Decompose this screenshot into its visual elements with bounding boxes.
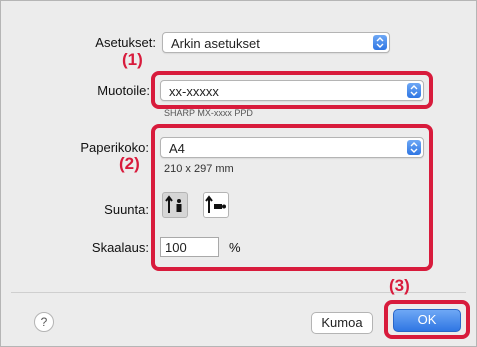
format-for-value: xx-xxxxx	[169, 84, 219, 99]
chevron-updown-icon	[407, 83, 421, 98]
scale-input[interactable]: 100	[160, 237, 219, 257]
landscape-orientation-button[interactable]	[203, 192, 229, 218]
settings-label: Asetukset:	[95, 35, 156, 50]
paper-size-popup[interactable]: A4	[160, 137, 424, 158]
format-for-label: Muotoile:	[97, 83, 150, 98]
callout-3: (3)	[389, 276, 410, 295]
portrait-icon	[165, 195, 182, 213]
chevron-updown-icon	[373, 35, 387, 50]
paper-dimensions: 210 x 297 mm	[164, 163, 234, 175]
chevron-updown-icon	[407, 140, 421, 155]
orientation-label: Suunta:	[104, 202, 149, 217]
portrait-orientation-button[interactable]	[162, 192, 188, 218]
paper-size-label: Paperikoko:	[80, 140, 149, 155]
scale-unit: %	[229, 240, 241, 255]
help-button[interactable]: ?	[34, 312, 54, 332]
callout-1: (1)	[122, 50, 143, 69]
paper-size-value: A4	[169, 141, 185, 156]
printer-model: SHARP MX-xxxx PPD	[164, 108, 253, 118]
landscape-icon	[205, 195, 226, 213]
format-for-popup[interactable]: xx-xxxxx	[160, 80, 424, 101]
settings-popup[interactable]: Arkin asetukset	[162, 32, 390, 53]
page-setup-dialog: Asetukset: Arkin asetukset (1) Muotoile:…	[0, 0, 477, 347]
scale-label: Skaalaus:	[91, 240, 149, 255]
cancel-button[interactable]: Kumoa	[311, 312, 373, 334]
ok-button[interactable]: OK	[393, 309, 461, 332]
settings-value: Arkin asetukset	[171, 36, 260, 51]
callout-2: (2)	[119, 154, 140, 173]
